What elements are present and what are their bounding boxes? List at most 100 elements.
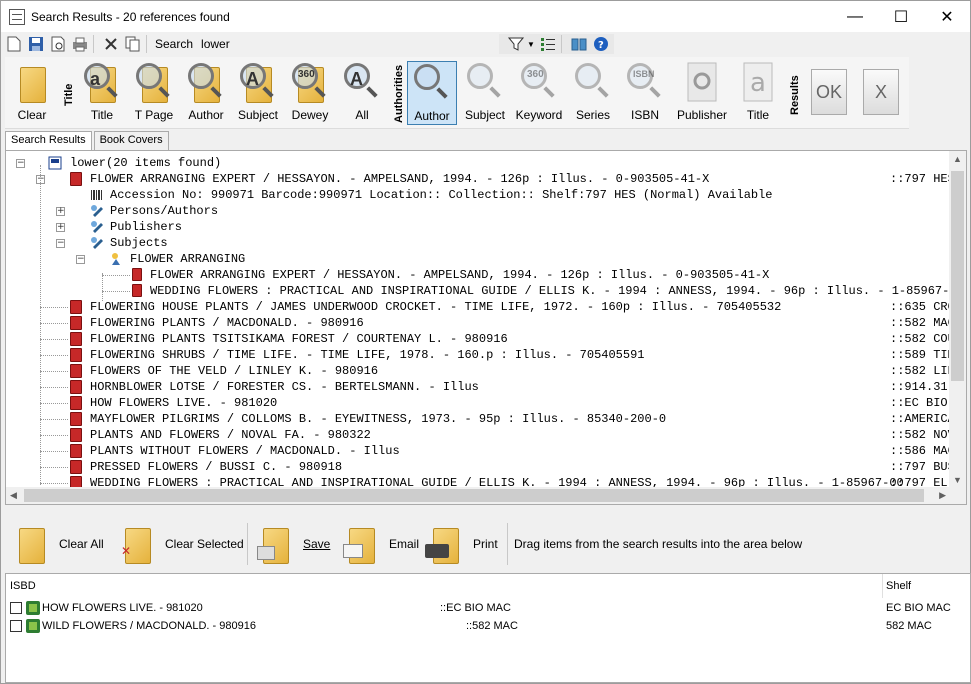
tree-subject-record-row[interactable]: FLOWER ARRANGING EXPERT / HESSAYON. - AM… bbox=[6, 267, 946, 283]
authority-icon bbox=[90, 236, 104, 250]
author-search-button[interactable]: Author bbox=[181, 61, 231, 125]
subject-search-icon: A bbox=[238, 61, 278, 105]
tree-line bbox=[40, 419, 68, 420]
authority-author-button[interactable]: Author bbox=[407, 61, 457, 125]
column-header-shelf[interactable]: Shelf bbox=[886, 580, 911, 592]
tree-record-row[interactable]: FLOWERING HOUSE PLANTS / JAMES UNDERWOOD… bbox=[6, 299, 950, 315]
tab-book-covers[interactable]: Book Covers bbox=[93, 131, 169, 150]
search-input[interactable] bbox=[201, 34, 542, 54]
subject-search-button[interactable]: A Subject bbox=[233, 61, 283, 125]
scroll-down-icon[interactable]: ▼ bbox=[953, 475, 962, 485]
subject-heading-icon bbox=[110, 252, 124, 266]
tree-record-row[interactable]: HORNBLOWER LOTSE / FORESTER CS. - BERTEL… bbox=[6, 379, 948, 395]
record-shelf: ::AMERICA bbox=[890, 412, 950, 426]
tree-record-row[interactable]: HOW FLOWERS LIVE. - 981020 ::EC BIO bbox=[6, 395, 948, 411]
tree-publishers-row[interactable]: + Publishers bbox=[6, 219, 946, 235]
authority-publisher-button[interactable]: Publisher bbox=[677, 61, 727, 125]
svg-text:?: ? bbox=[598, 40, 604, 51]
save-icon[interactable] bbox=[27, 35, 45, 53]
item-checkbox[interactable] bbox=[10, 620, 22, 632]
column-separator[interactable] bbox=[882, 574, 883, 598]
cancel-x-button[interactable]: X bbox=[863, 69, 899, 115]
close-button[interactable]: ✕ bbox=[924, 1, 970, 32]
scroll-thumb[interactable] bbox=[951, 171, 964, 381]
scroll-right-icon[interactable]: ▶ bbox=[939, 490, 946, 501]
email-label: Email bbox=[389, 537, 420, 551]
copy-icon[interactable] bbox=[124, 35, 142, 53]
expand-icon[interactable]: + bbox=[56, 223, 65, 232]
tree-subjects-row[interactable]: − Subjects bbox=[6, 235, 946, 251]
toolbar-separator bbox=[93, 35, 94, 53]
persons-text: Persons/Authors bbox=[110, 204, 219, 218]
tree-detail-row[interactable]: Accession No: 990971 Barcode:990971 Loca… bbox=[6, 187, 946, 203]
clear-all-button[interactable]: Clear All bbox=[11, 521, 104, 567]
selected-items-list[interactable]: ISBD Shelf HOW FLOWERS LIVE. - 981020 ::… bbox=[5, 573, 971, 683]
tree-line bbox=[40, 307, 68, 308]
tpage-search-button[interactable]: T Page bbox=[129, 61, 179, 125]
tree-record-row[interactable]: − FLOWER ARRANGING EXPERT / HESSAYON. - … bbox=[6, 171, 950, 187]
authority-series-button[interactable]: Series bbox=[568, 61, 618, 125]
horizontal-scrollbar[interactable]: ◀ ▶ bbox=[6, 487, 950, 504]
authority-title-button[interactable]: a Title bbox=[733, 61, 783, 125]
tree-record-row[interactable]: FLOWERING SHRUBS / TIME LIFE. - TIME LIF… bbox=[6, 347, 950, 363]
tree-line bbox=[40, 451, 68, 452]
clear-button[interactable]: Clear bbox=[7, 61, 57, 125]
collapse-icon[interactable]: − bbox=[16, 159, 25, 168]
dewey-search-button[interactable]: 360 Dewey bbox=[285, 61, 335, 125]
record-text: FLOWERS OF THE VELD / LINLEY K. - 980916 bbox=[90, 364, 379, 378]
all-search-button[interactable]: A All bbox=[337, 61, 387, 125]
title-search-button[interactable]: a Title bbox=[77, 61, 127, 125]
chevron-down-icon[interactable]: ▼ bbox=[527, 40, 535, 49]
print-icon[interactable] bbox=[71, 35, 89, 53]
tab-search-results[interactable]: Search Results bbox=[5, 131, 92, 150]
tree-record-row[interactable]: PLANTS AND FLOWERS / NOVAL FA. - 980322 … bbox=[6, 427, 950, 443]
authority-isbn-button[interactable]: ISBN ISBN bbox=[620, 61, 670, 125]
email-button[interactable]: Email bbox=[341, 521, 419, 567]
column-header-isbd[interactable]: ISBD bbox=[10, 580, 36, 592]
list-view-icon[interactable] bbox=[539, 35, 557, 53]
scroll-left-icon[interactable]: ◀ bbox=[10, 490, 17, 501]
filter-icon[interactable] bbox=[507, 35, 525, 53]
authority-keyword-button[interactable]: 360 Keyword bbox=[514, 61, 564, 125]
item-checkbox[interactable] bbox=[10, 602, 22, 614]
item-shelf: 582 MAC bbox=[886, 620, 932, 632]
print-preview-icon[interactable] bbox=[49, 35, 67, 53]
minimize-button[interactable]: — bbox=[832, 1, 878, 32]
book-icon[interactable] bbox=[570, 35, 588, 53]
book-icon bbox=[70, 380, 82, 394]
tree-line bbox=[40, 483, 68, 484]
tree-record-row[interactable]: FLOWERS OF THE VELD / LINLEY K. - 980916… bbox=[6, 363, 950, 379]
print-button[interactable]: Print bbox=[425, 521, 498, 567]
collapse-icon[interactable]: − bbox=[56, 239, 65, 248]
list-item[interactable]: WILD FLOWERS / MACDONALD. - 980916 ::582… bbox=[6, 618, 966, 636]
tree-persons-row[interactable]: + Persons/Authors bbox=[6, 203, 946, 219]
tree-record-row[interactable]: FLOWERING PLANTS / MACDONALD. - 980916 :… bbox=[6, 315, 950, 331]
tree-line bbox=[102, 291, 130, 292]
new-icon[interactable] bbox=[5, 35, 23, 53]
delete-icon[interactable] bbox=[102, 35, 120, 53]
book-icon bbox=[70, 444, 82, 458]
subject-record-text: FLOWER ARRANGING EXPERT / HESSAYON. - AM… bbox=[150, 268, 770, 282]
authority-subject-button[interactable]: Subject bbox=[460, 61, 510, 125]
tree-record-row[interactable]: FLOWERING PLANTS TSITSIKAMA FOREST / COU… bbox=[6, 331, 950, 347]
tree-record-row[interactable]: MAYFLOWER PILGRIMS / COLLOMS B. - EYEWIT… bbox=[6, 411, 950, 427]
tree-record-row[interactable]: PLANTS WITHOUT FLOWERS / MACDONALD. - Il… bbox=[6, 443, 950, 459]
clear-selected-button[interactable]: ✕ Clear Selected bbox=[117, 521, 244, 567]
help-icon[interactable]: ? bbox=[592, 35, 610, 53]
scroll-up-icon[interactable]: ▲ bbox=[953, 154, 962, 164]
vertical-scrollbar[interactable]: ▲ ▼ bbox=[949, 151, 966, 488]
tree-record-row[interactable]: PRESSED FLOWERS / BUSSI C. - 980918 ::79… bbox=[6, 459, 950, 475]
search-results-tree[interactable]: − lower(20 items found) − FLOWER ARRANGI… bbox=[5, 150, 967, 505]
tree-root[interactable]: − lower(20 items found) bbox=[6, 155, 946, 171]
tree-line bbox=[40, 467, 68, 468]
expand-icon[interactable]: + bbox=[56, 207, 65, 216]
barcode-icon bbox=[90, 188, 104, 202]
scroll-thumb[interactable] bbox=[24, 489, 924, 502]
ok-button[interactable]: OK bbox=[811, 69, 847, 115]
list-item[interactable]: HOW FLOWERS LIVE. - 981020 ::EC BIO MAC … bbox=[6, 600, 966, 618]
tree-subject-heading-row[interactable]: − FLOWER ARRANGING bbox=[6, 251, 946, 267]
tree-subject-record-row[interactable]: WEDDING FLOWERS : PRACTICAL AND INSPIRAT… bbox=[6, 283, 950, 299]
save-results-button[interactable]: Save bbox=[255, 521, 330, 567]
collapse-icon[interactable]: − bbox=[76, 255, 85, 264]
maximize-button[interactable]: ☐ bbox=[878, 1, 924, 32]
